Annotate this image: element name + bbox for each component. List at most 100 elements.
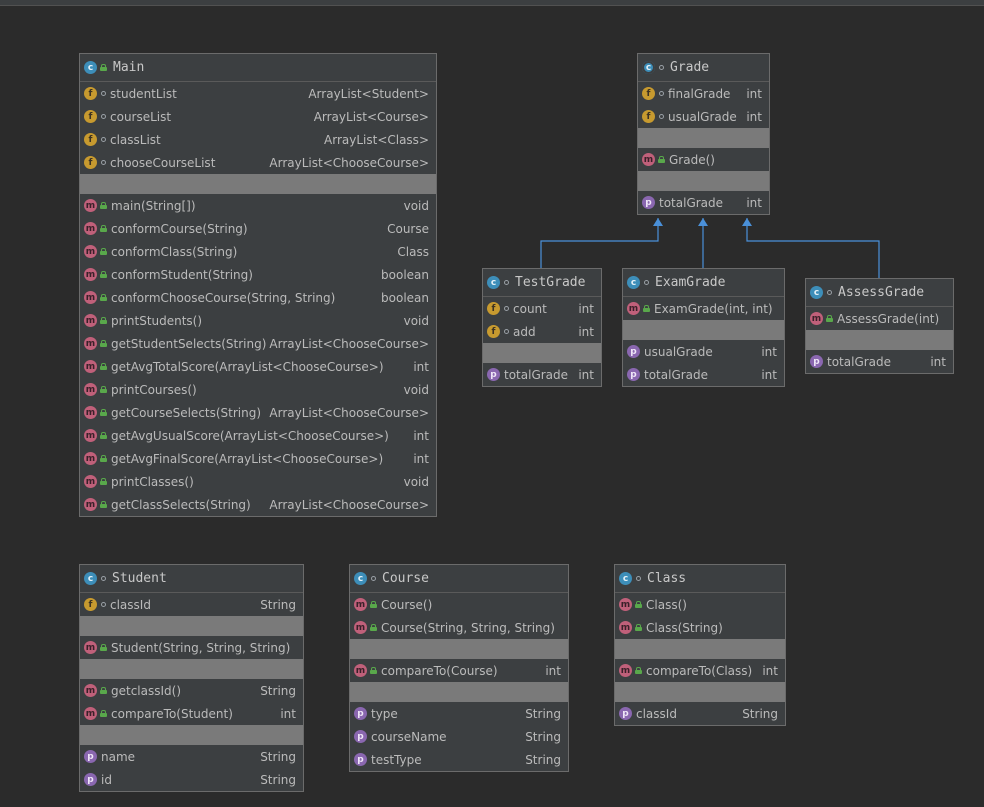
field-row[interactable]: f courseList ArrayList<Course> xyxy=(80,105,436,128)
method-row[interactable]: m printCourses() void xyxy=(80,378,436,401)
member-name: compareTo(Course) xyxy=(381,663,498,678)
class-grade[interactable]: c Grade f finalGrade int f usualGrade int m G… xyxy=(637,53,770,215)
package-private-icon xyxy=(644,280,649,285)
method-row[interactable]: m printStudents() void xyxy=(80,309,436,332)
property-row[interactable]: p testType String xyxy=(350,748,568,771)
property-row[interactable]: p id String xyxy=(80,768,303,791)
method-row[interactable]: m getAvgTotalScore(ArrayList<ChooseCourse… xyxy=(80,355,436,378)
method-icon: m xyxy=(810,312,823,325)
public-lock-icon xyxy=(100,644,107,651)
class-main[interactable]: c Main f studentList ArrayList<Student> fc… xyxy=(79,53,437,517)
class-header[interactable]: c ExamGrade xyxy=(623,269,784,297)
method-row[interactable]: m conformChooseCourse(String, String) bool… xyxy=(80,286,436,309)
package-private-icon xyxy=(101,602,106,607)
property-row[interactable]: p totalGrade int xyxy=(483,363,601,386)
class-header[interactable]: c Main xyxy=(80,54,436,82)
member-name: main(String[]) xyxy=(111,198,196,213)
method-row[interactable]: m conformCourse(String) Course xyxy=(80,217,436,240)
method-row[interactable]: m printClasses() void xyxy=(80,470,436,493)
field-row[interactable]: f classId String xyxy=(80,593,303,616)
member-name: Class(String) xyxy=(646,620,723,635)
method-row[interactable]: m AssessGrade(int) xyxy=(806,307,953,330)
class-name: Class xyxy=(647,571,687,586)
class-header[interactable]: c AssessGrade xyxy=(806,279,953,307)
member-type: ArrayList<ChooseCourse> xyxy=(269,155,429,170)
property-row[interactable]: p type String xyxy=(350,702,568,725)
class-student[interactable]: c Student f classId String m Student(String… xyxy=(79,564,304,792)
property-row[interactable]: p name String xyxy=(80,745,303,768)
member-type: int xyxy=(578,367,594,382)
constructor-row[interactable]: m Class(String) xyxy=(615,616,785,639)
constructor-row[interactable]: m Class() xyxy=(615,593,785,616)
package-private-icon xyxy=(659,114,664,119)
constructor-row[interactable]: m Course(String, String, String) xyxy=(350,616,568,639)
member-type: boolean xyxy=(381,267,429,282)
field-row[interactable]: f studentList ArrayList<Student> xyxy=(80,82,436,105)
method-row[interactable]: m main(String[]) void xyxy=(80,194,436,217)
class-class[interactable]: c Class m Class() m Class(String) m compare… xyxy=(614,564,786,726)
method-row[interactable]: m getAvgFinalScore(ArrayList<ChooseCourse… xyxy=(80,447,436,470)
field-row[interactable]: f count int xyxy=(483,297,601,320)
method-row[interactable]: m getStudentSelects(String) ArrayList<Choo… xyxy=(80,332,436,355)
member-type: void xyxy=(403,198,429,213)
class-examgrade[interactable]: c ExamGrade m ExamGrade(int, int) p usualG… xyxy=(622,268,785,387)
method-row[interactable]: m conformStudent(String) boolean xyxy=(80,263,436,286)
method-icon: m xyxy=(84,452,97,465)
method-row[interactable]: m compareTo(Class) int xyxy=(615,659,785,682)
member-name: getclassId() xyxy=(111,683,182,698)
property-row[interactable]: p totalGrade int xyxy=(806,350,953,373)
constructor-row[interactable]: m Student(String, String, String) xyxy=(80,636,303,659)
member-type: int xyxy=(413,428,429,443)
class-header[interactable]: c Student xyxy=(80,565,303,593)
method-row[interactable]: m getAvgUsualScore(ArrayList<ChooseCourse… xyxy=(80,424,436,447)
member-name: getAvgUsualScore(ArrayList<ChooseCourse>… xyxy=(111,428,389,443)
public-lock-icon xyxy=(643,305,650,312)
class-header[interactable]: c Class xyxy=(615,565,785,593)
method-row[interactable]: m getClassSelects(String) ArrayList<Choose… xyxy=(80,493,436,516)
member-name: Class() xyxy=(646,597,687,612)
field-row[interactable]: f classList ArrayList<Class> xyxy=(80,128,436,151)
method-row[interactable]: m ExamGrade(int, int) xyxy=(623,297,784,320)
field-row[interactable]: f add int xyxy=(483,320,601,343)
section-separator xyxy=(615,682,785,702)
class-testgrade[interactable]: c TestGrade f count int f add int p totalGrad… xyxy=(482,268,602,387)
method-row[interactable]: m compareTo(Student) int xyxy=(80,702,303,725)
member-name: getCourseSelects(String) xyxy=(111,405,262,420)
member-type: String xyxy=(260,749,296,764)
member-name: totalGrade xyxy=(659,195,724,210)
section-separator xyxy=(638,171,769,191)
method-row[interactable]: m getclassId() String xyxy=(80,679,303,702)
field-row[interactable]: f chooseCourseList ArrayList<ChooseCourse> xyxy=(80,151,436,174)
property-row[interactable]: p totalGrade int xyxy=(638,191,769,214)
class-name: ExamGrade xyxy=(655,275,726,290)
method-row[interactable]: m getCourseSelects(String) ArrayList<Choos… xyxy=(80,401,436,424)
method-row[interactable]: m conformClass(String) Class xyxy=(80,240,436,263)
property-row[interactable]: p usualGrade int xyxy=(623,340,784,363)
property-row[interactable]: p totalGrade int xyxy=(623,363,784,386)
class-assessgrade[interactable]: c AssessGrade m AssessGrade(int) p totalGr… xyxy=(805,278,954,374)
section-separator xyxy=(350,682,568,702)
constructor-row[interactable]: m Course() xyxy=(350,593,568,616)
class-course[interactable]: c Course m Course() m Course(String, Strin… xyxy=(349,564,569,772)
member-type: int xyxy=(280,706,296,721)
field-row[interactable]: f finalGrade int xyxy=(638,82,769,105)
method-icon: m xyxy=(84,641,97,654)
abstract-class-icon: c xyxy=(642,61,655,74)
property-icon: p xyxy=(642,196,655,209)
public-lock-icon xyxy=(635,624,642,631)
member-type: ArrayList<ChooseCourse> xyxy=(269,336,429,351)
property-row[interactable]: p classId String xyxy=(615,702,785,725)
class-header[interactable]: c TestGrade xyxy=(483,269,601,297)
property-row[interactable]: p courseName String xyxy=(350,725,568,748)
method-row[interactable]: m Grade() xyxy=(638,148,769,171)
public-lock-icon xyxy=(100,271,107,278)
package-private-icon xyxy=(504,329,509,334)
member-type: ArrayList<Course> xyxy=(313,109,429,124)
method-row[interactable]: m compareTo(Course) int xyxy=(350,659,568,682)
member-type: int xyxy=(746,109,762,124)
public-lock-icon xyxy=(100,64,107,71)
field-row[interactable]: f usualGrade int xyxy=(638,105,769,128)
class-header[interactable]: c Course xyxy=(350,565,568,593)
method-icon: m xyxy=(84,406,97,419)
class-header[interactable]: c Grade xyxy=(638,54,769,82)
